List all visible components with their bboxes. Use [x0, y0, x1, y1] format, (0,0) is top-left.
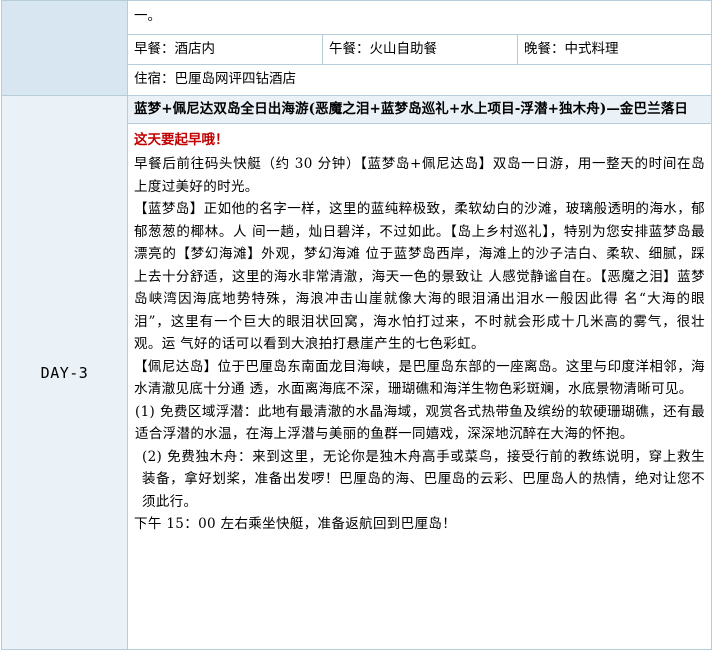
day-label: DAY-3: [40, 363, 89, 382]
hotel-label: 住宿：巴厘岛网评四钻酒店: [134, 71, 296, 87]
day-title: 蓝梦+佩尼达双岛全日出海游(恶魔之泪+蓝梦岛巡礼+水上项目-浮潜+独木舟)—金巴…: [134, 101, 688, 117]
day-title-cell: 蓝梦+佩尼达双岛全日出海游(恶魔之泪+蓝梦岛巡礼+水上项目-浮潜+独木舟)—金巴…: [127, 95, 712, 124]
paragraph-intro: 早餐后前往码头快艇（约 30 分钟）【蓝梦岛+佩尼达岛】双岛一日游，用一整天的时…: [134, 156, 705, 195]
paragraph-canoe: (2) 免费独木舟：来到这里，无论你是独木舟高手或菜鸟，接受行前的教练说明，穿上…: [142, 448, 705, 510]
paragraph-penida: 【佩尼达岛】位于巴厘岛东南面龙目海峡，是巴厘岛东部的一座离岛。这里与印度洋相邻，…: [134, 358, 705, 398]
breakfast-label: 早餐：酒店内: [128, 35, 323, 64]
paragraph-snorkel: (1) 免费区域浮潜：此地有最清澈的水晶海域，观赏各式热带鱼及缤纷的软硬珊瑚礁，…: [135, 403, 705, 443]
previous-day-row: 一。: [1, 0, 712, 96]
itinerary-page: 一。 早餐：酒店内 午餐：火山自助餐 晚餐：中式料理 住宿：巴厘岛网评四钻酒店 …: [0, 0, 714, 650]
previous-day-text-cell: 一。: [127, 0, 712, 35]
dinner-label: 晚餐：中式料理: [524, 41, 619, 57]
lunch-label: 午餐：火山自助餐: [323, 35, 518, 64]
previous-day-text: 一。: [134, 8, 161, 24]
hotel-cell: 住宿：巴厘岛网评四钻酒店: [127, 64, 712, 96]
paragraph-return: 下午 15：00 左右乘坐快艇，准备返航回到巴厘岛！: [134, 516, 457, 532]
meals-cell: 早餐：酒店内 午餐：火山自助餐 晚餐：中式料理: [127, 34, 712, 65]
paragraph-lembongan: 【蓝梦岛】正如他的名字一样，这里的蓝纯粹极致，柔软幼白的沙滩，玻璃般透明的海水，…: [134, 201, 705, 352]
early-notice: 这天要起早哦！: [134, 132, 229, 148]
day-label-cell: DAY-3: [1, 95, 128, 650]
day-title-row: DAY-3 蓝梦+佩尼达双岛全日出海游(恶魔之泪+蓝梦岛巡礼+水上项目-浮潜+独…: [1, 95, 712, 650]
previous-day-cell: [1, 0, 128, 96]
itinerary-table: 一。 早餐：酒店内 午餐：火山自助餐 晚餐：中式料理 住宿：巴厘岛网评四钻酒店 …: [1, 0, 712, 650]
day-body-cell: 这天要起早哦！ 早餐后前往码头快艇（约 30 分钟）【蓝梦岛+佩尼达岛】双岛一日…: [127, 123, 712, 650]
